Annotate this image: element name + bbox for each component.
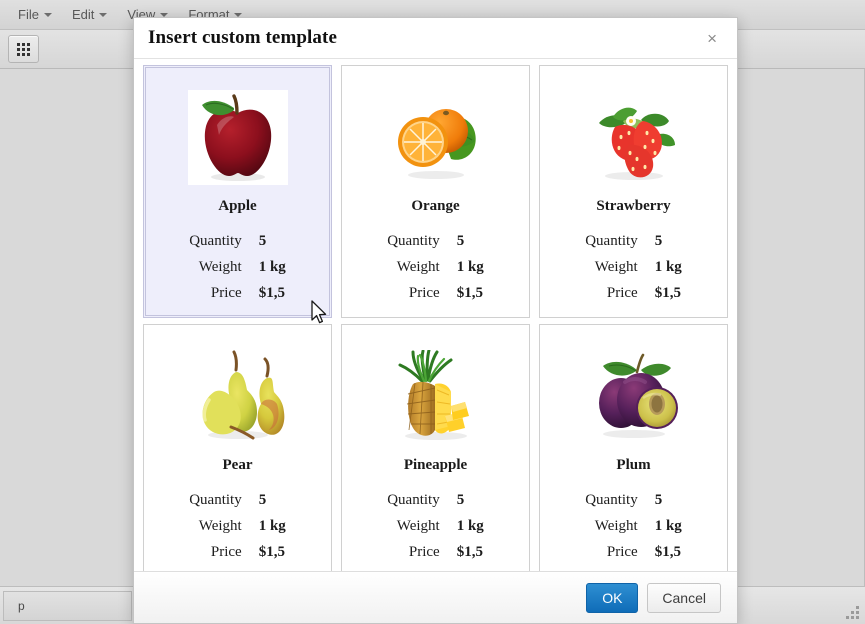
spec-label-price: Price bbox=[210, 544, 242, 561]
spec-label-weight: Weight bbox=[198, 259, 242, 276]
spec-value-price: $1,5 bbox=[258, 285, 285, 302]
spec-label-weight: Weight bbox=[396, 259, 440, 276]
spec-label-quantity: Quantity bbox=[387, 233, 440, 249]
template-card-grid: Apple Quantity 5 Weight 1 kg Price $1,5 bbox=[143, 65, 728, 571]
spec-row-price: Price $1,5 bbox=[189, 539, 286, 565]
spec-row-weight: Weight 1 kg bbox=[387, 513, 484, 539]
template-card-title: Strawberry bbox=[596, 198, 671, 214]
spec-label-price: Price bbox=[408, 544, 440, 561]
template-card-plum[interactable]: Plum Quantity 5 Weight 1 kg Price $1,5 bbox=[539, 324, 728, 571]
spec-row-weight: Weight 1 kg bbox=[189, 254, 286, 280]
orange-image bbox=[397, 109, 476, 179]
spec-value-price: $1,5 bbox=[654, 544, 681, 561]
spec-value-weight: 1 kg bbox=[654, 259, 682, 276]
spec-value-weight: 1 kg bbox=[456, 518, 484, 535]
spec-label-quantity: Quantity bbox=[189, 492, 242, 508]
plum-image bbox=[584, 349, 684, 444]
spec-value-weight: 1 kg bbox=[654, 518, 682, 535]
spec-label-quantity: Quantity bbox=[387, 492, 440, 508]
spec-label-quantity: Quantity bbox=[585, 233, 638, 249]
spec-row-quantity: Quantity 5 bbox=[387, 228, 484, 254]
modal-overlay: Insert custom template × Apple Quantity 5 W… bbox=[0, 0, 865, 624]
strawberry-image bbox=[584, 90, 684, 185]
template-card-strawberry[interactable]: Strawberry Quantity 5 Weight 1 kg Price $1,5 bbox=[539, 65, 728, 318]
spec-row-weight: Weight 1 kg bbox=[189, 513, 286, 539]
spec-row-quantity: Quantity 5 bbox=[585, 487, 682, 513]
spec-value-weight: 1 kg bbox=[258, 259, 286, 276]
plum-image bbox=[598, 353, 678, 438]
template-card-title: Orange bbox=[411, 198, 460, 214]
spec-label-weight: Weight bbox=[594, 518, 638, 535]
spec-row-price: Price $1,5 bbox=[585, 280, 682, 306]
spec-value-quantity: 5 bbox=[456, 492, 465, 508]
spec-value-weight: 1 kg bbox=[456, 259, 484, 276]
template-card-pear[interactable]: Pear Quantity 5 Weight 1 kg Price $1,5 bbox=[143, 324, 332, 571]
spec-value-quantity: 5 bbox=[654, 492, 663, 508]
spec-value-price: $1,5 bbox=[456, 544, 483, 561]
template-card-pineapple[interactable]: Pineapple Quantity 5 Weight 1 kg Price $1,5 bbox=[341, 324, 530, 571]
template-card-title: Pear bbox=[222, 457, 253, 473]
insert-custom-template-dialog: Insert custom template × Apple Quantity 5 W… bbox=[133, 17, 738, 624]
spec-value-quantity: 5 bbox=[456, 233, 465, 249]
spec-value-weight: 1 kg bbox=[258, 518, 286, 535]
apple-image bbox=[201, 94, 271, 181]
spec-row-weight: Weight 1 kg bbox=[585, 254, 682, 280]
pear-image bbox=[201, 350, 284, 440]
template-card-title: Pineapple bbox=[403, 457, 468, 473]
spec-row-quantity: Quantity 5 bbox=[585, 228, 682, 254]
template-card-specs: Quantity 5 Weight 1 kg Price $1,5 bbox=[550, 228, 717, 307]
dialog-footer: OK Cancel bbox=[134, 571, 737, 623]
spec-value-price: $1,5 bbox=[258, 544, 285, 561]
template-card-title: Plum bbox=[616, 457, 651, 473]
spec-label-price: Price bbox=[606, 544, 638, 561]
spec-row-quantity: Quantity 5 bbox=[387, 487, 484, 513]
dialog-body: Apple Quantity 5 Weight 1 kg Price $1,5 bbox=[134, 59, 737, 571]
apple-image bbox=[187, 90, 288, 185]
spec-value-quantity: 5 bbox=[258, 492, 267, 508]
template-card-specs: Quantity 5 Weight 1 kg Price $1,5 bbox=[154, 487, 321, 566]
application-window: File Edit View Format p Insert custom te… bbox=[0, 0, 865, 624]
spec-label-quantity: Quantity bbox=[585, 492, 638, 508]
pineapple-image bbox=[386, 349, 486, 444]
spec-label-weight: Weight bbox=[396, 518, 440, 535]
spec-value-price: $1,5 bbox=[654, 285, 681, 302]
spec-row-price: Price $1,5 bbox=[387, 280, 484, 306]
template-card-specs: Quantity 5 Weight 1 kg Price $1,5 bbox=[550, 487, 717, 566]
spec-row-price: Price $1,5 bbox=[585, 539, 682, 565]
spec-value-quantity: 5 bbox=[258, 233, 267, 249]
spec-label-price: Price bbox=[606, 285, 638, 302]
spec-label-price: Price bbox=[408, 285, 440, 302]
dialog-header: Insert custom template × bbox=[134, 18, 737, 59]
template-card-specs: Quantity 5 Weight 1 kg Price $1,5 bbox=[154, 228, 321, 307]
spec-row-quantity: Quantity 5 bbox=[189, 228, 286, 254]
dialog-title: Insert custom template bbox=[148, 27, 337, 48]
template-card-title: Apple bbox=[218, 198, 257, 214]
spec-row-weight: Weight 1 kg bbox=[585, 513, 682, 539]
spec-label-price: Price bbox=[210, 285, 242, 302]
spec-value-quantity: 5 bbox=[654, 233, 663, 249]
template-card-orange[interactable]: Orange Quantity 5 Weight 1 kg Price $1,5 bbox=[341, 65, 530, 318]
template-card-apple[interactable]: Apple Quantity 5 Weight 1 kg Price $1,5 bbox=[143, 65, 332, 318]
pineapple-image bbox=[398, 350, 469, 440]
spec-row-weight: Weight 1 kg bbox=[387, 254, 484, 280]
spec-label-quantity: Quantity bbox=[189, 233, 242, 249]
spec-row-quantity: Quantity 5 bbox=[189, 487, 286, 513]
close-icon[interactable]: × bbox=[703, 28, 721, 49]
spec-label-weight: Weight bbox=[198, 518, 242, 535]
cancel-button[interactable]: Cancel bbox=[647, 582, 721, 613]
template-card-specs: Quantity 5 Weight 1 kg Price $1,5 bbox=[352, 228, 519, 307]
pear-image bbox=[188, 349, 288, 444]
orange-image bbox=[386, 90, 486, 185]
strawberry-image bbox=[598, 107, 675, 180]
spec-row-price: Price $1,5 bbox=[387, 539, 484, 565]
ok-button[interactable]: OK bbox=[586, 582, 639, 613]
spec-row-price: Price $1,5 bbox=[189, 280, 286, 306]
template-card-specs: Quantity 5 Weight 1 kg Price $1,5 bbox=[352, 487, 519, 566]
spec-label-weight: Weight bbox=[594, 259, 638, 276]
spec-value-price: $1,5 bbox=[456, 285, 483, 302]
